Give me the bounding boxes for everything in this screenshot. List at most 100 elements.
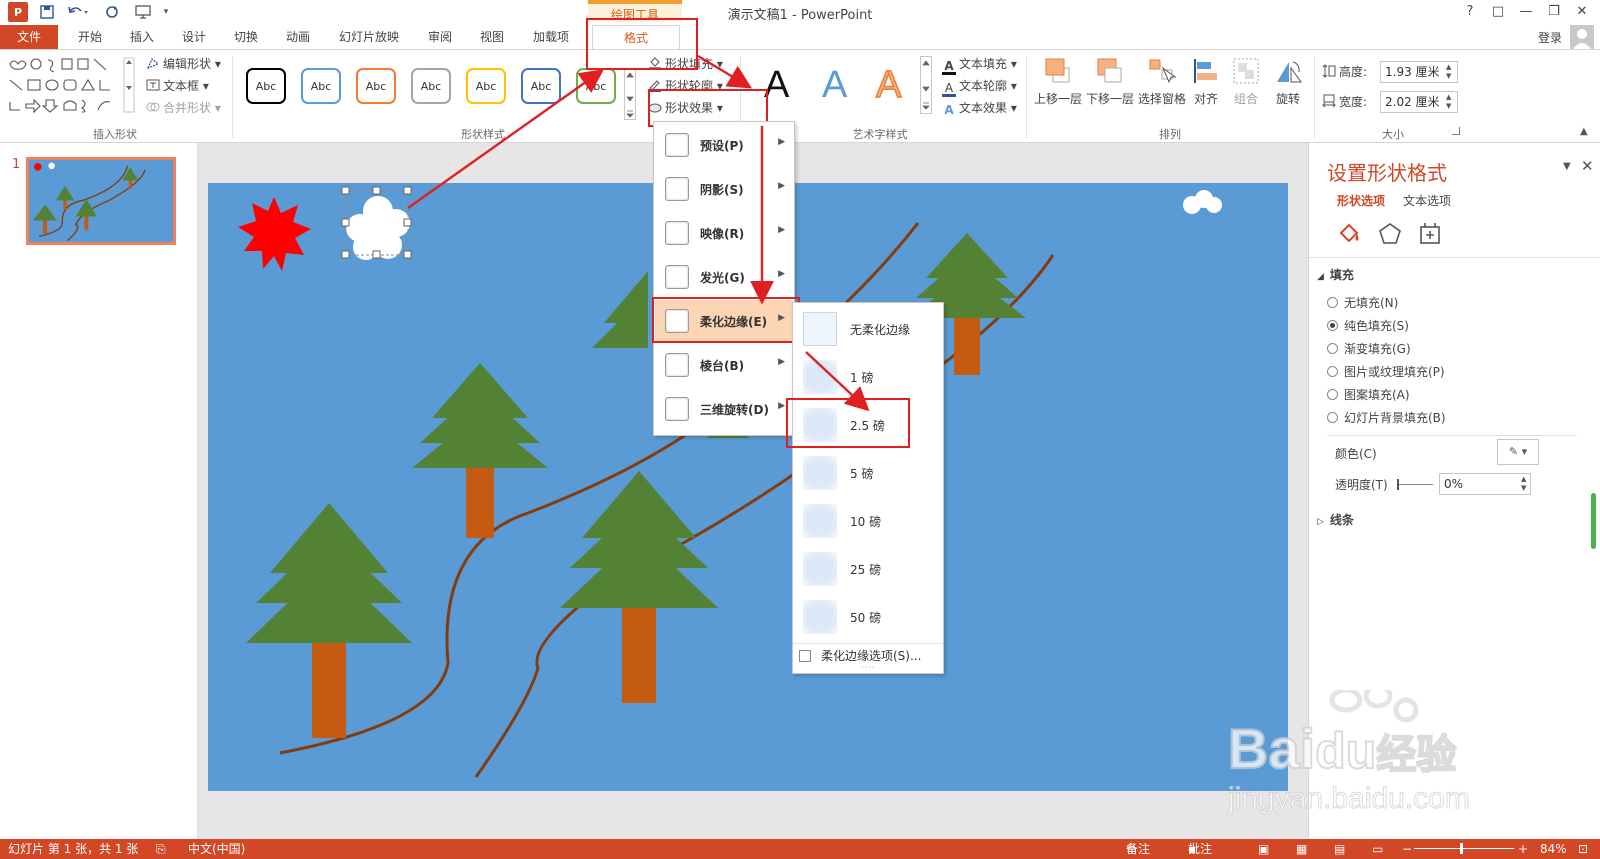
zoom-level[interactable]: 84% bbox=[1540, 839, 1567, 859]
slide-thumbnail[interactable] bbox=[26, 157, 176, 245]
ribbon-display-options-button[interactable]: □ bbox=[1486, 2, 1510, 22]
tab-animations[interactable]: 动画 bbox=[278, 25, 318, 49]
close-button[interactable]: ✕ bbox=[1570, 2, 1594, 22]
shape-style-swatch[interactable]: Abc bbox=[246, 68, 286, 104]
tree-shape-center[interactable] bbox=[560, 471, 718, 703]
radio-icon bbox=[1327, 343, 1338, 354]
shape-style-swatch[interactable]: Abc bbox=[576, 68, 616, 104]
sign-in-link[interactable]: 登录 bbox=[1538, 29, 1562, 46]
tab-home[interactable]: 开始 bbox=[70, 25, 110, 49]
soft-edge-5pt[interactable]: 5 磅 bbox=[793, 449, 943, 497]
slide-sorter-view-icon[interactable]: ▦ bbox=[1296, 839, 1307, 859]
send-backward-button[interactable]: 下移一层 bbox=[1084, 56, 1136, 107]
transparency-slider[interactable] bbox=[1397, 479, 1433, 490]
radio-no-fill[interactable]: 无填充(N) bbox=[1327, 294, 1398, 312]
tab-shape-options[interactable]: 形状选项 bbox=[1337, 192, 1385, 209]
menu-item-shadow[interactable]: 阴影(S) ▶ bbox=[655, 168, 793, 210]
tree-shape-left[interactable] bbox=[246, 503, 412, 738]
tab-file[interactable]: 文件 bbox=[0, 25, 58, 49]
radio-slide-background-fill[interactable]: 幻灯片背景填充(B) bbox=[1327, 409, 1446, 427]
height-spinner[interactable]: ▲ ▼ bbox=[1446, 63, 1451, 81]
shape-style-swatch[interactable]: Abc bbox=[301, 68, 341, 104]
size-properties-icon[interactable] bbox=[1417, 221, 1443, 247]
bring-forward-button[interactable]: 上移一层 bbox=[1032, 56, 1084, 107]
normal-view-icon[interactable]: ▣ bbox=[1258, 839, 1269, 859]
zoom-slider-thumb[interactable] bbox=[1460, 843, 1463, 854]
wordart-gallery-scroll[interactable] bbox=[920, 56, 932, 114]
shape-styles-gallery-scroll[interactable] bbox=[624, 68, 636, 120]
effects-icon[interactable] bbox=[1377, 221, 1403, 247]
fit-slide-icon[interactable]: ⊡ bbox=[1578, 839, 1588, 859]
zoom-slider[interactable] bbox=[1414, 848, 1514, 849]
wordart-style-orange[interactable]: A bbox=[875, 63, 902, 107]
tab-review[interactable]: 审阅 bbox=[420, 25, 460, 49]
language-status[interactable]: 中文(中国) bbox=[188, 839, 245, 859]
user-avatar-icon[interactable] bbox=[1570, 25, 1594, 49]
line-section-header[interactable]: ▷ 线条 bbox=[1317, 511, 1354, 528]
pane-options-dropdown-icon[interactable]: ▼ bbox=[1563, 161, 1571, 172]
pane-scrollbar[interactable] bbox=[1591, 493, 1596, 549]
radio-gradient-fill[interactable]: 渐变填充(G) bbox=[1327, 340, 1411, 358]
text-effects-button[interactable]: A 文本效果 ▾ bbox=[942, 98, 1017, 118]
zoom-out-icon[interactable]: − bbox=[1402, 839, 1412, 859]
tab-text-options[interactable]: 文本选项 bbox=[1403, 192, 1451, 209]
soft-edge-1pt[interactable]: 1 磅 bbox=[793, 353, 943, 401]
shape-style-swatch[interactable]: Abc bbox=[466, 68, 506, 104]
group-separator bbox=[232, 56, 233, 138]
edit-shape-button[interactable]: 编辑形状 ▾ bbox=[146, 54, 221, 74]
tab-addins[interactable]: 加载项 bbox=[526, 25, 576, 49]
width-spinner[interactable]: ▲ ▼ bbox=[1446, 93, 1451, 111]
menu-item-reflection[interactable]: 映像(R) ▶ bbox=[655, 212, 793, 254]
text-box-button[interactable]: 文本框 ▾ bbox=[146, 76, 209, 96]
soft-edge-10pt[interactable]: 10 磅 bbox=[793, 497, 943, 545]
selection-pane-button[interactable]: 选择窗格 bbox=[1136, 56, 1188, 107]
text-fill-button[interactable]: A 文本填充 ▾ bbox=[942, 54, 1017, 75]
pane-close-icon[interactable]: ✕ bbox=[1581, 157, 1594, 175]
size-dialog-launcher-icon[interactable] bbox=[1452, 127, 1460, 135]
rotate-button[interactable]: 旋转 bbox=[1268, 56, 1308, 107]
spell-check-icon[interactable]: ⎘ bbox=[156, 839, 166, 859]
menu-item-bevel[interactable]: 棱台(B) ▶ bbox=[655, 344, 793, 386]
radio-pattern-fill[interactable]: 图案填充(A) bbox=[1327, 386, 1410, 404]
shape-style-swatch[interactable]: Abc bbox=[521, 68, 561, 104]
soft-edge-none[interactable]: 无柔化边缘 bbox=[793, 305, 943, 353]
shapes-gallery[interactable] bbox=[6, 56, 136, 114]
tab-view[interactable]: 视图 bbox=[472, 25, 512, 49]
radio-picture-fill[interactable]: 图片或纹理填充(P) bbox=[1327, 363, 1445, 381]
text-outline-button[interactable]: A 文本轮廓 ▾ bbox=[942, 76, 1017, 97]
minimize-button[interactable]: — bbox=[1514, 2, 1538, 22]
soft-edge-25pt[interactable]: 25 磅 bbox=[793, 545, 943, 593]
help-button[interactable]: ? bbox=[1458, 2, 1482, 22]
tab-transitions[interactable]: 切换 bbox=[226, 25, 266, 49]
tab-design[interactable]: 设计 bbox=[174, 25, 214, 49]
collapse-ribbon-icon[interactable]: ▲ bbox=[1580, 126, 1588, 137]
reading-view-icon[interactable]: ▤ bbox=[1334, 839, 1345, 859]
fill-line-icon[interactable] bbox=[1337, 221, 1363, 247]
wordart-style-blue[interactable]: A bbox=[822, 64, 847, 107]
submenu-arrow-icon: ▶ bbox=[778, 181, 785, 191]
transparency-spinner[interactable]: ▲ ▼ bbox=[1521, 475, 1526, 493]
menu-item-3d-rotation[interactable]: 三维旋转(D) ▶ bbox=[655, 388, 793, 430]
transparency-input[interactable]: 0% bbox=[1439, 473, 1531, 495]
group-button[interactable]: 组合 bbox=[1226, 56, 1266, 107]
menu-item-preset[interactable]: 预设(P) ▶ bbox=[655, 124, 793, 166]
radio-solid-fill[interactable]: 纯色填充(S) bbox=[1327, 317, 1409, 335]
tab-slideshow[interactable]: 幻灯片放映 bbox=[334, 25, 404, 49]
align-button[interactable]: 对齐 bbox=[1186, 56, 1226, 107]
merge-shapes-button[interactable]: 合并形状 ▾ bbox=[146, 98, 221, 118]
sun-shape[interactable] bbox=[238, 197, 311, 271]
zoom-in-icon[interactable]: + bbox=[1518, 839, 1528, 859]
fill-section-header[interactable]: ◢ 填充 bbox=[1317, 266, 1354, 283]
restore-button[interactable]: ❐ bbox=[1542, 2, 1566, 22]
fill-color-picker[interactable]: ✎ ▾ bbox=[1497, 439, 1539, 465]
tab-insert[interactable]: 插入 bbox=[122, 25, 162, 49]
slideshow-view-icon[interactable]: ▭ bbox=[1372, 839, 1383, 859]
soft-edge-preview-icon bbox=[803, 312, 837, 346]
menu-item-glow[interactable]: 发光(G) ▶ bbox=[655, 256, 793, 298]
soft-edge-50pt[interactable]: 50 磅 bbox=[793, 593, 943, 641]
small-cloud-shape[interactable] bbox=[1183, 190, 1222, 214]
shape-style-swatch[interactable]: Abc bbox=[356, 68, 396, 104]
cloud-shape-selected[interactable] bbox=[341, 183, 412, 260]
shape-style-swatch[interactable]: Abc bbox=[411, 68, 451, 104]
resize-grip-icon[interactable]: ···· bbox=[861, 663, 875, 672]
